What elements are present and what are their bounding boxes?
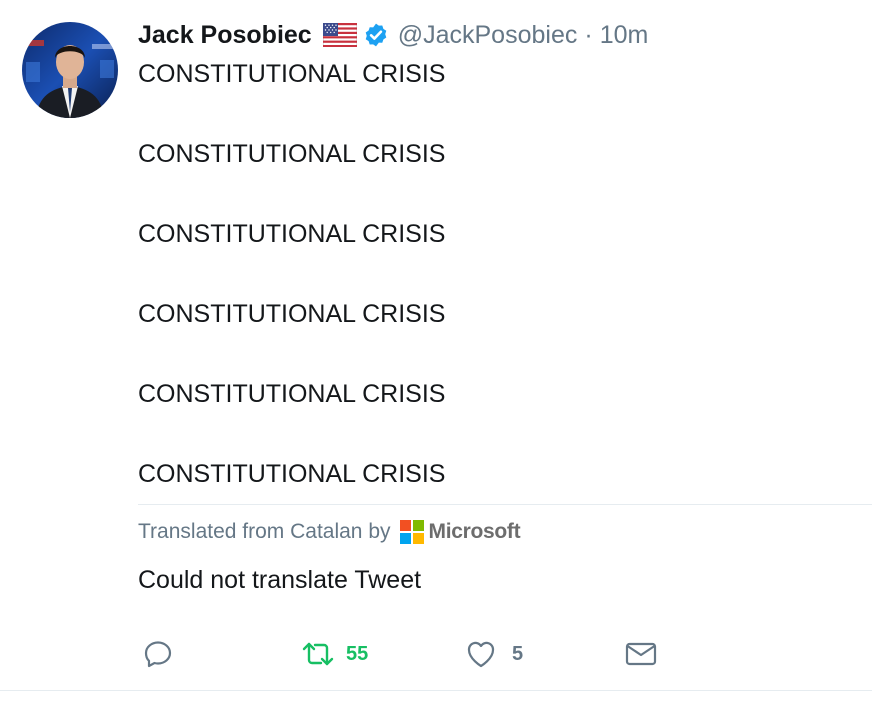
tweet-line: CONSTITUTIONAL CRISIS	[138, 300, 446, 328]
envelope-icon	[625, 642, 657, 666]
translation-label: Translated from Catalan by	[138, 520, 391, 543]
tweet-text: CONSTITUTIONAL CRISIS CONSTITUTIONAL CRI…	[138, 54, 838, 494]
avatar[interactable]	[22, 22, 118, 118]
direct-message-button[interactable]	[624, 636, 658, 672]
tweet-line: CONSTITUTIONAL CRISIS	[138, 60, 446, 88]
microsoft-logo-icon	[399, 520, 424, 544]
tweet-line: CONSTITUTIONAL CRISIS	[138, 380, 446, 408]
tweet-line: CONSTITUTIONAL CRISIS	[138, 220, 446, 248]
tweet-actions: 55 5	[138, 636, 838, 672]
translation-provider: Microsoft	[428, 520, 521, 543]
retweet-count: 55	[346, 642, 369, 665]
tweet-header: Jack Posobiec @JackPosobiec · 10m	[138, 18, 648, 52]
microsoft-logo[interactable]: Microsoft	[399, 520, 521, 544]
tweet-line: CONSTITUTIONAL CRISIS	[138, 140, 446, 168]
like-count: 5	[512, 642, 524, 665]
like-button[interactable]: 5	[464, 636, 523, 672]
user-handle[interactable]: @JackPosobiec	[398, 21, 578, 50]
display-name[interactable]: Jack Posobiec	[138, 21, 312, 50]
tweet-line: CONSTITUTIONAL CRISIS	[138, 460, 446, 488]
us-flag-icon	[322, 23, 357, 47]
header-separator: ·	[584, 20, 593, 49]
translation-divider	[138, 504, 872, 505]
avatar-image	[22, 22, 118, 118]
heart-icon	[467, 641, 495, 668]
translation-result: Could not translate Tweet	[138, 566, 422, 594]
reply-icon	[144, 641, 172, 668]
translation-attribution: Translated from Catalan by Microsoft	[138, 515, 521, 549]
verified-badge-icon	[363, 22, 389, 48]
reply-button[interactable]	[142, 636, 184, 672]
tweet-bottom-divider	[0, 690, 872, 691]
retweet-icon	[302, 642, 334, 666]
tweet: Jack Posobiec @JackPosobiec · 10m CONSTI…	[0, 0, 872, 704]
retweet-button[interactable]: 55	[300, 636, 368, 672]
timestamp[interactable]: 10m	[600, 21, 649, 50]
